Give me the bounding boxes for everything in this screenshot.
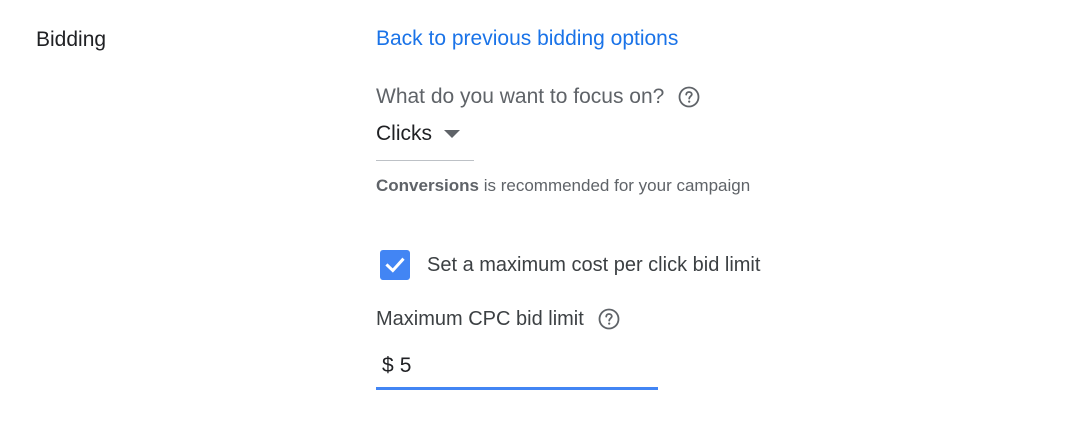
recommendation-highlight: Conversions [376, 176, 479, 195]
bidding-panel: Bidding Back to previous bidding options… [0, 0, 1080, 436]
help-circle-icon[interactable] [678, 86, 700, 108]
back-to-previous-bidding-link[interactable]: Back to previous bidding options [376, 27, 678, 51]
checkmark-icon [385, 257, 405, 273]
max-cpc-label: Maximum CPC bid limit [376, 308, 584, 330]
focus-question-label: What do you want to focus on? [376, 85, 665, 108]
focus-dropdown[interactable]: Clicks [376, 118, 474, 161]
help-circle-icon[interactable] [598, 308, 620, 330]
focus-question: What do you want to focus on? [376, 85, 700, 109]
recommendation-suffix: is recommended for your campaign [478, 176, 751, 195]
currency-prefix: $ [382, 353, 394, 377]
max-cpc-label-row: Maximum CPC bid limit [376, 307, 620, 331]
max-cpc-toggle-row[interactable]: Set a maximum cost per click bid limit [380, 250, 760, 280]
max-cpc-input-field[interactable]: $ [376, 344, 658, 390]
recommendation-text: Conversions is recommended for your camp… [376, 176, 750, 196]
focus-dropdown-value: Clicks [376, 122, 432, 145]
section-title: Bidding [36, 28, 107, 51]
max-cpc-input[interactable] [399, 349, 630, 382]
caret-down-icon [444, 130, 460, 138]
max-cpc-checkbox[interactable] [380, 250, 410, 280]
max-cpc-checkbox-label: Set a maximum cost per click bid limit [427, 254, 761, 276]
